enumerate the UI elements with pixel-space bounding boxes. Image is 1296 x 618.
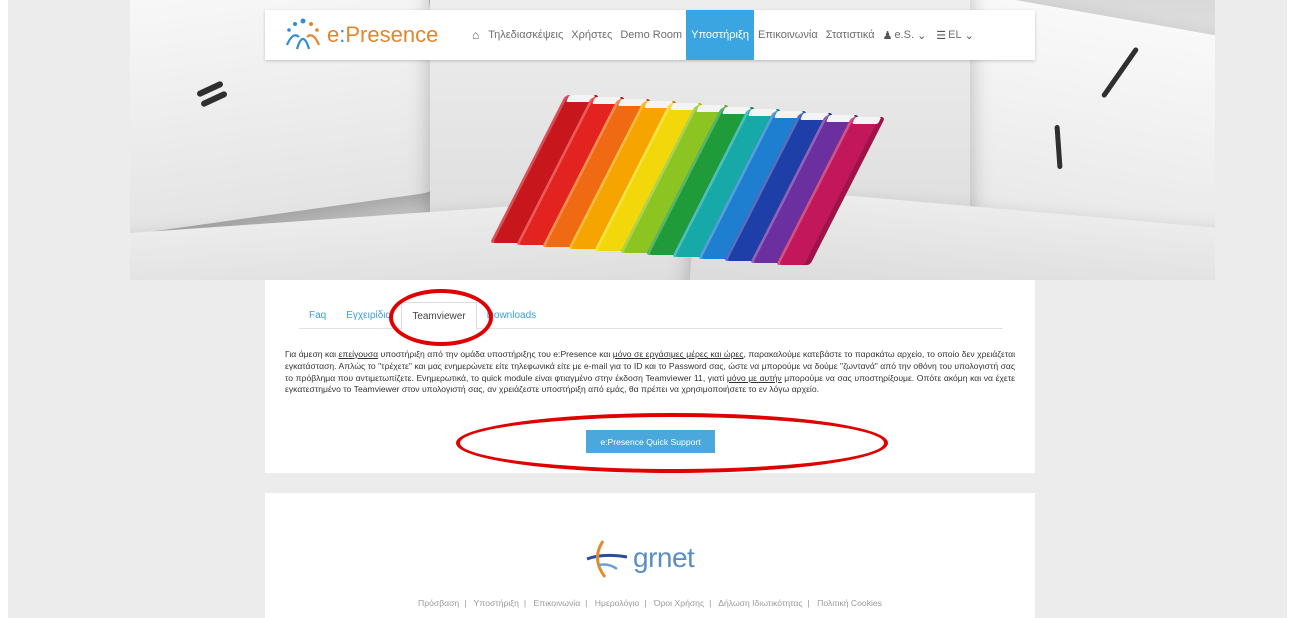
footer-link-terms[interactable]: Όροι Χρήσης [654,598,704,608]
grnet-swoosh-icon [586,540,628,578]
logo-wordmark: e:Presence [327,22,439,47]
tab-downloads[interactable]: Downloads [477,302,546,328]
tab-faq[interactable]: Faq [299,302,336,328]
nav-item-users[interactable]: Χρήστες [567,10,616,60]
footer: grnet Πρόσβαση | Υποστήριξη | Επικοινωνία |… [265,493,1035,618]
separator: | [807,598,810,608]
nav-item-contact[interactable]: Επικοινωνία [754,10,822,60]
footer-link-cookies[interactable]: Πολιτική Cookies [817,598,882,608]
nav-item-teleconferences[interactable]: Τηλεδιασκέψεις [484,10,567,60]
people-logo-icon [285,18,321,50]
tab-teamviewer[interactable]: Teamviewer [401,302,477,330]
quick-support-download-button[interactable]: e:Presence Quick Support [586,430,715,453]
footer-link-privacy[interactable]: Δήλωση Ιδιωτικότητας [718,598,802,608]
user-menu[interactable]: ♟ e.S. ⌄ [879,10,933,60]
colored-books-illustration [430,75,886,265]
grnet-logo[interactable]: grnet [583,523,723,593]
chevron-down-icon: ⌄ [917,29,927,42]
underlined-text: μόνο σε εργάσιμες μέρες και ώρες [612,349,744,359]
separator: | [523,598,527,608]
footer-links: Πρόσβαση | Υποστήριξη | Επικοινωνία | Ημερο… [265,598,1035,608]
separator: | [464,598,467,608]
footer-link-access[interactable]: Πρόσβαση [418,598,459,608]
support-tabs: Faq Εγχειρίδια Teamviewer Downloads [299,302,1003,330]
language-menu[interactable]: ☰ EL ⌄ [932,10,980,60]
footer-link-support[interactable]: Υποστήριξη [474,598,519,608]
tab-manuals[interactable]: Εγχειρίδια [336,302,401,328]
chevron-down-icon: ⌄ [964,29,974,42]
nav-item-demo-room[interactable]: Demo Room [616,10,686,60]
grnet-wordmark: grnet [633,542,695,573]
user-menu-label: e.S. [894,29,915,41]
teamviewer-description: Για άμεση και επείγουσα υποστήριξη από τ… [285,349,1016,395]
nav-item-support[interactable]: Υποστήριξη [686,10,754,60]
underlined-text: μόνο με αυτήν [726,372,782,383]
footer-link-contact[interactable]: Επικοινωνία [534,598,581,608]
user-icon: ♟ [882,29,893,42]
separator: | [709,598,712,608]
separator: | [644,598,647,608]
flag-icon: ☰ [936,29,947,42]
language-label: EL [948,29,962,41]
home-icon[interactable]: ⌂ [467,28,484,42]
underlined-text: επείγουσα [338,349,379,359]
main-nav: ⌂ Τηλεδιασκέψεις Χρήστες Demo Room Υποστ… [467,10,980,60]
epresence-logo[interactable]: e:Presence [283,10,461,60]
top-navbar: e:Presence ⌂ Τηλεδιασκέψεις Χρήστες Demo… [265,10,1035,60]
support-panel: Faq Εγχειρίδια Teamviewer Downloads Για … [265,280,1035,473]
nav-item-statistics[interactable]: Στατιστικά [822,10,879,60]
footer-link-calendar[interactable]: Ημερολόγιο [595,598,639,608]
separator: | [585,598,588,608]
scrollbar[interactable] [1288,0,1296,618]
